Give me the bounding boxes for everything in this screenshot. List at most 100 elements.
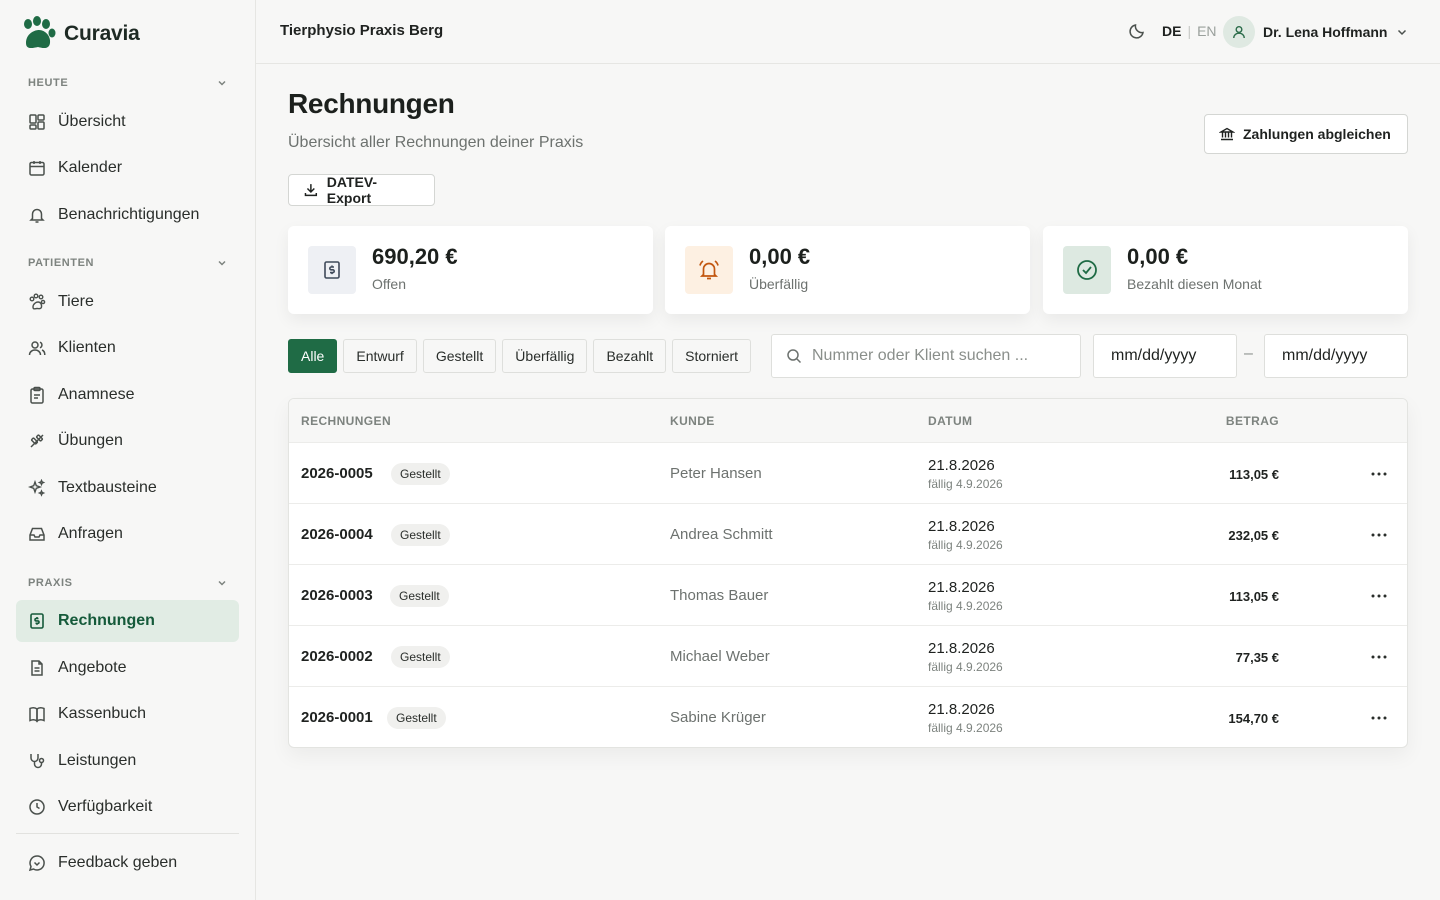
language-switch: DE | EN [1162, 23, 1217, 39]
column-header-kunde[interactable]: KUNDE [670, 414, 715, 428]
datev-export-button[interactable]: DATEV-Export [288, 174, 435, 206]
sidebar-item-klienten[interactable]: Klienten [16, 327, 239, 369]
page-subtitle: Übersicht aller Rechnungen deiner Praxis [288, 134, 584, 151]
more-actions-icon[interactable] [1369, 464, 1389, 484]
chevron-down-icon [218, 80, 226, 86]
stat-label: Überfällig [749, 276, 809, 292]
clipboard-icon [28, 386, 46, 404]
alarm-bell-icon [685, 246, 733, 294]
section-heute[interactable]: HEUTE [28, 77, 228, 89]
sidebar-item-rechnungen[interactable]: Rechnungen [16, 600, 239, 642]
paw-logo-icon [24, 16, 56, 49]
sidebar: Curavia HEUTE Übersicht Kalender Benachr… [0, 0, 256, 900]
theme-toggle[interactable] [1128, 22, 1146, 43]
more-actions-icon[interactable] [1369, 708, 1389, 728]
feedback-icon [28, 854, 46, 872]
sidebar-item-tiere[interactable]: Tiere [16, 281, 239, 323]
table-row[interactable]: 2026-0002 Gestellt Michael Weber 21.8.20… [289, 626, 1407, 687]
invoice-date: 21.8.2026 [928, 457, 995, 474]
more-actions-icon[interactable] [1369, 586, 1389, 606]
sidebar-item-leistungen[interactable]: Leistungen [16, 740, 239, 782]
chevron-down-icon [218, 580, 226, 586]
sidebar-item-kalender[interactable]: Kalender [16, 147, 239, 189]
exercise-icon [28, 432, 46, 450]
user-menu[interactable]: Dr. Lena Hoffmann [1223, 16, 1409, 48]
chevron-down-icon [218, 260, 226, 266]
sidebar-item-label: Angebote [58, 659, 127, 676]
table-row[interactable]: 2026-0003 Gestellt Thomas Bauer 21.8.202… [289, 565, 1407, 626]
sidebar-divider [16, 833, 239, 834]
chevron-down-icon [1398, 29, 1407, 36]
date-to-input[interactable]: mm/dd/yyyy [1264, 334, 1408, 378]
feedback-label: Feedback geben [58, 854, 178, 871]
sidebar-item-label: Anamnese [58, 386, 135, 403]
status-badge: Gestellt [387, 707, 446, 729]
sidebar-item-textbausteine[interactable]: Textbausteine [16, 467, 239, 509]
stat-value: 690,20 € [372, 244, 458, 269]
sidebar-item-label: Kalender [58, 159, 123, 176]
avatar [1223, 16, 1255, 48]
filter-ueberfaellig[interactable]: Überfällig [502, 339, 588, 373]
sidebar-item-label: Benachrichtigungen [58, 206, 200, 223]
invoice-amount: 154,70 € [1228, 711, 1279, 726]
invoice-amount: 232,05 € [1228, 528, 1279, 543]
sidebar-item-label: Kassenbuch [58, 705, 147, 722]
sidebar-item-kassenbuch[interactable]: Kassenbuch [16, 693, 239, 735]
invoice-number[interactable]: 2026-0002 [301, 648, 373, 665]
client-name: Andrea Schmitt [670, 526, 773, 543]
user-name: Dr. Lena Hoffmann [1263, 24, 1388, 40]
user-icon [1233, 26, 1245, 39]
sidebar-item-uebersicht[interactable]: Übersicht [16, 101, 239, 143]
book-icon [28, 705, 46, 723]
sidebar-item-anfragen[interactable]: Anfragen [16, 513, 239, 555]
section-praxis[interactable]: PRAXIS [28, 577, 228, 589]
page-title: Rechnungen [288, 88, 455, 119]
users-icon [28, 339, 46, 357]
inbox-icon [28, 525, 46, 543]
bank-icon [1219, 127, 1235, 141]
table-row[interactable]: 2026-0004 Gestellt Andrea Schmitt 21.8.2… [289, 504, 1407, 565]
column-header-betrag[interactable]: BETRAG [1226, 414, 1279, 428]
status-badge: Gestellt [391, 463, 450, 485]
invoice-number[interactable]: 2026-0001 [301, 709, 373, 726]
filter-bezahlt[interactable]: Bezahlt [593, 339, 667, 373]
calendar-icon [28, 159, 46, 177]
invoice-date: 21.8.2026 [928, 701, 995, 718]
paw-icon [28, 293, 46, 311]
table-row[interactable]: 2026-0005 Gestellt Peter Hansen 21.8.202… [289, 443, 1407, 504]
sidebar-item-label: Leistungen [58, 752, 137, 769]
search-input[interactable] [812, 347, 1062, 365]
match-payments-button[interactable]: Zahlungen abgleichen [1204, 114, 1408, 154]
brand-logo[interactable]: Curavia [20, 16, 140, 52]
more-actions-icon[interactable] [1369, 647, 1389, 667]
sidebar-item-verfuegbarkeit[interactable]: Verfügbarkeit [16, 786, 239, 828]
match-payments-label: Zahlungen abgleichen [1243, 126, 1391, 142]
more-actions-icon[interactable] [1369, 525, 1389, 545]
sidebar-item-label: Textbausteine [58, 479, 157, 496]
invoice-amount: 113,05 € [1229, 467, 1279, 482]
sidebar-item-anamnese[interactable]: Anamnese [16, 374, 239, 416]
filter-entwurf[interactable]: Entwurf [343, 339, 417, 373]
sidebar-item-angebote[interactable]: Angebote [16, 647, 239, 689]
receipt-icon [308, 246, 356, 294]
filter-alle[interactable]: Alle [288, 339, 338, 373]
column-header-rechnungen[interactable]: RECHNUNGEN [301, 414, 391, 428]
date-from-input[interactable]: mm/dd/yyyy [1093, 334, 1237, 378]
column-header-datum[interactable]: DATUM [928, 414, 972, 428]
sidebar-item-uebungen[interactable]: Übungen [16, 420, 239, 462]
sidebar-item-benachrichtigungen[interactable]: Benachrichtigungen [16, 194, 239, 236]
feedback-button[interactable]: Feedback geben [16, 842, 239, 884]
invoice-number[interactable]: 2026-0005 [301, 465, 373, 482]
client-name: Peter Hansen [670, 465, 762, 482]
section-patienten[interactable]: PATIENTEN [28, 257, 228, 269]
lang-en[interactable]: EN [1197, 23, 1216, 39]
lang-de[interactable]: DE [1162, 23, 1181, 39]
filter-gestellt[interactable]: Gestellt [422, 339, 497, 373]
filter-storniert[interactable]: Storniert [672, 339, 752, 373]
invoice-number[interactable]: 2026-0003 [301, 587, 373, 604]
bell-icon [28, 206, 46, 224]
invoice-number[interactable]: 2026-0004 [301, 526, 373, 543]
table-row[interactable]: 2026-0001 Gestellt Sabine Krüger 21.8.20… [289, 687, 1407, 747]
check-circle-icon [1063, 246, 1111, 294]
stat-card-offen: 690,20 € Offen [288, 226, 653, 314]
